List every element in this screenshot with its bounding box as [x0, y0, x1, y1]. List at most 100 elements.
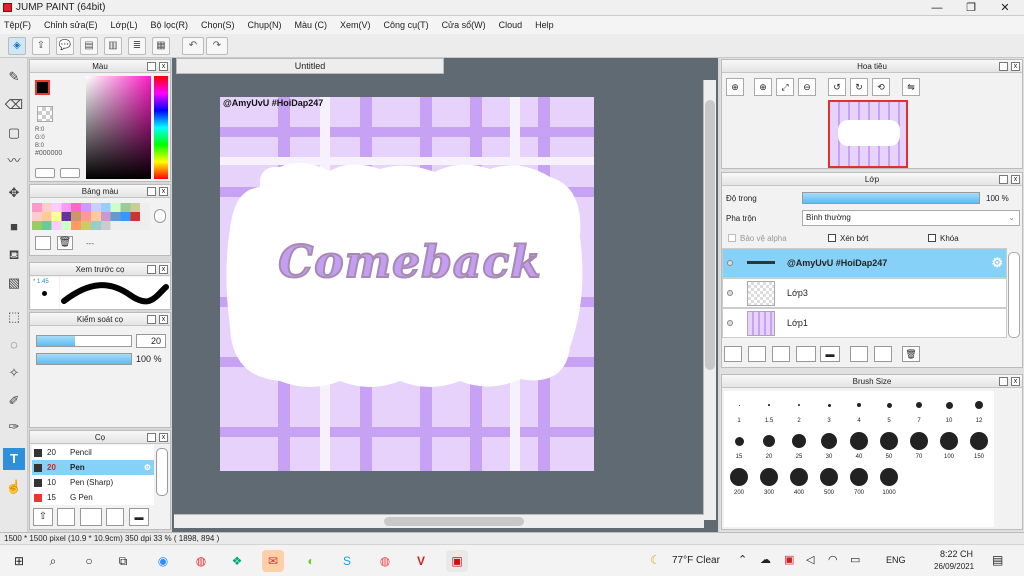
vivaldi-icon[interactable]: V — [410, 550, 432, 572]
wifi-icon[interactable]: ◠ — [828, 553, 838, 566]
menu-capture[interactable]: Chụp(N) — [248, 20, 282, 30]
brush-size-dot[interactable] — [827, 403, 831, 407]
panel-float-icon[interactable] — [147, 187, 156, 196]
zoom-fit-icon[interactable]: ⊕ — [726, 78, 744, 96]
visibility-icon[interactable] — [727, 260, 733, 266]
brush-new-icon[interactable] — [57, 508, 75, 526]
brush-size-dot[interactable] — [792, 434, 806, 448]
speech-bubble-icon[interactable]: 💬 — [56, 37, 74, 55]
menu-filter[interactable]: Bộ lọc(R) — [150, 20, 188, 30]
horizontal-scrollbar[interactable] — [174, 514, 704, 528]
brush-size-dot[interactable] — [880, 432, 898, 450]
coccoc-icon[interactable]: ◐ — [300, 550, 322, 572]
eraser-tool-icon[interactable]: ⌫ — [3, 94, 25, 116]
volume-icon[interactable]: ◁ — [806, 553, 814, 566]
brush-cloud-icon[interactable]: ⇧ — [33, 508, 53, 526]
brush-size-dot[interactable] — [790, 468, 808, 486]
brush-item[interactable]: 20 Pencil — [32, 445, 154, 460]
brush-size-dot[interactable] — [821, 433, 837, 449]
brush-size-dot[interactable] — [970, 432, 988, 450]
brush-item[interactable]: 10 Pen (Sharp) — [32, 475, 154, 490]
hand-tool-icon[interactable]: ☝ — [3, 476, 25, 498]
select-rect-icon[interactable]: ⬚ — [3, 306, 25, 328]
protect-alpha-checkbox[interactable] — [728, 234, 736, 242]
artboard[interactable]: @AmyUvU #HoiDap247 Comeback — [220, 97, 594, 471]
keyboard-icon[interactable]: ▭ — [850, 553, 860, 566]
cortana-icon[interactable]: ○ — [78, 550, 100, 572]
fill-tool-icon[interactable]: ⛾ — [3, 244, 25, 266]
transparent-swatch[interactable] — [37, 106, 53, 122]
menu-select[interactable]: Chọn(S) — [201, 20, 235, 30]
app-icon[interactable]: ❖ — [226, 550, 248, 572]
brush-size-dot[interactable] — [880, 468, 898, 486]
panel-close-icon[interactable]: x — [1011, 377, 1020, 386]
panel-float-icon[interactable] — [999, 175, 1008, 184]
brush-size-dot[interactable] — [730, 468, 748, 486]
tray-chevron-icon[interactable]: ⌃ — [738, 553, 747, 566]
text-tool-icon[interactable]: T — [3, 448, 25, 470]
blend-mode-select[interactable]: Bình thường ⌄ — [802, 210, 1020, 226]
gradient-tool-icon[interactable]: ▧ — [3, 272, 25, 294]
undo-icon[interactable]: ↶ — [182, 37, 204, 55]
brush-folder-icon[interactable]: ▬ — [129, 508, 149, 526]
notification-icon[interactable]: ▤ — [992, 553, 1003, 567]
language-indicator[interactable]: ENG — [886, 555, 906, 565]
skype-icon[interactable]: S — [336, 550, 358, 572]
zoom-out-icon[interactable]: ⊖ — [798, 78, 816, 96]
chrome-icon[interactable]: ◍ — [190, 550, 212, 572]
select-eraser-icon[interactable]: ✑ — [3, 416, 25, 438]
shape-tool-icon[interactable]: ▢ — [3, 122, 25, 144]
panel-float-icon[interactable] — [147, 315, 156, 324]
select-pen-icon[interactable]: ✐ — [3, 390, 25, 412]
brush-size-dot[interactable] — [738, 404, 740, 406]
panel-close-icon[interactable]: x — [159, 187, 168, 196]
document-icon[interactable]: ▥ — [104, 37, 122, 55]
maximize-button[interactable]: ❐ — [954, 0, 988, 16]
panel-close-icon[interactable]: x — [1011, 175, 1020, 184]
zoom-app-icon[interactable]: ◉ — [152, 550, 174, 572]
duplicate-layer-icon[interactable] — [850, 346, 868, 362]
menu-tools[interactable]: Công cụ(T) — [384, 20, 429, 30]
brush-size-dot[interactable] — [760, 468, 778, 486]
brush-size-dot[interactable] — [857, 403, 861, 407]
brush-opacity-slider[interactable] — [36, 353, 132, 365]
task-view-icon[interactable]: ⧉ — [112, 550, 134, 572]
menu-layer[interactable]: Lớp(L) — [111, 20, 138, 30]
brush-size-dot[interactable] — [886, 402, 892, 408]
grid-check-icon[interactable]: ▦ — [152, 37, 170, 55]
layer-opacity-slider[interactable] — [802, 192, 980, 204]
layer-scrollbar[interactable] — [1008, 252, 1020, 338]
new-layer-icon[interactable] — [724, 346, 742, 362]
palette-delete-icon[interactable]: 🗑 — [57, 236, 73, 250]
menu-color[interactable]: Màu (C) — [295, 20, 328, 30]
palette-swatches[interactable] — [32, 203, 150, 231]
minimize-button[interactable]: — — [920, 0, 954, 16]
brush-size-dot[interactable] — [820, 468, 838, 486]
menu-window[interactable]: Cửa sổ(W) — [442, 20, 486, 30]
zoom-actual-icon[interactable]: ⤢ — [776, 78, 794, 96]
brush-list-scrollbar[interactable] — [156, 448, 168, 496]
panel-close-icon[interactable]: x — [1011, 62, 1020, 71]
saturation-value-picker[interactable] — [86, 76, 151, 179]
brush-size-dot[interactable] — [940, 432, 958, 450]
layer-folder-icon[interactable]: ▬ — [820, 346, 840, 362]
antivirus-icon[interactable]: ▣ — [784, 553, 794, 566]
blend-tool-icon[interactable]: 〰 — [3, 150, 25, 172]
panel-float-icon[interactable] — [147, 433, 156, 442]
main-color-swatch[interactable] — [35, 80, 50, 95]
export-icon[interactable]: ⇪ — [32, 37, 50, 55]
visibility-icon[interactable] — [727, 290, 733, 296]
panel-float-icon[interactable] — [147, 265, 156, 274]
brush-size-dot[interactable] — [975, 401, 983, 409]
rectangle-tool-icon[interactable]: ■ — [3, 216, 25, 238]
navigator-thumbnail[interactable] — [828, 100, 908, 168]
brush-size-dot[interactable] — [768, 404, 770, 406]
brush-size-dot[interactable] — [734, 436, 744, 446]
brush-size-dot[interactable] — [798, 404, 800, 406]
palette-new-icon[interactable] — [35, 236, 51, 250]
brush-menu-icon[interactable] — [80, 508, 102, 526]
settings-gear-icon[interactable]: ⚙ — [144, 460, 151, 475]
brush-size-dot[interactable] — [910, 432, 928, 450]
layer-row[interactable]: Lớp1 — [722, 308, 1007, 338]
vertical-scrollbar[interactable] — [703, 80, 716, 520]
